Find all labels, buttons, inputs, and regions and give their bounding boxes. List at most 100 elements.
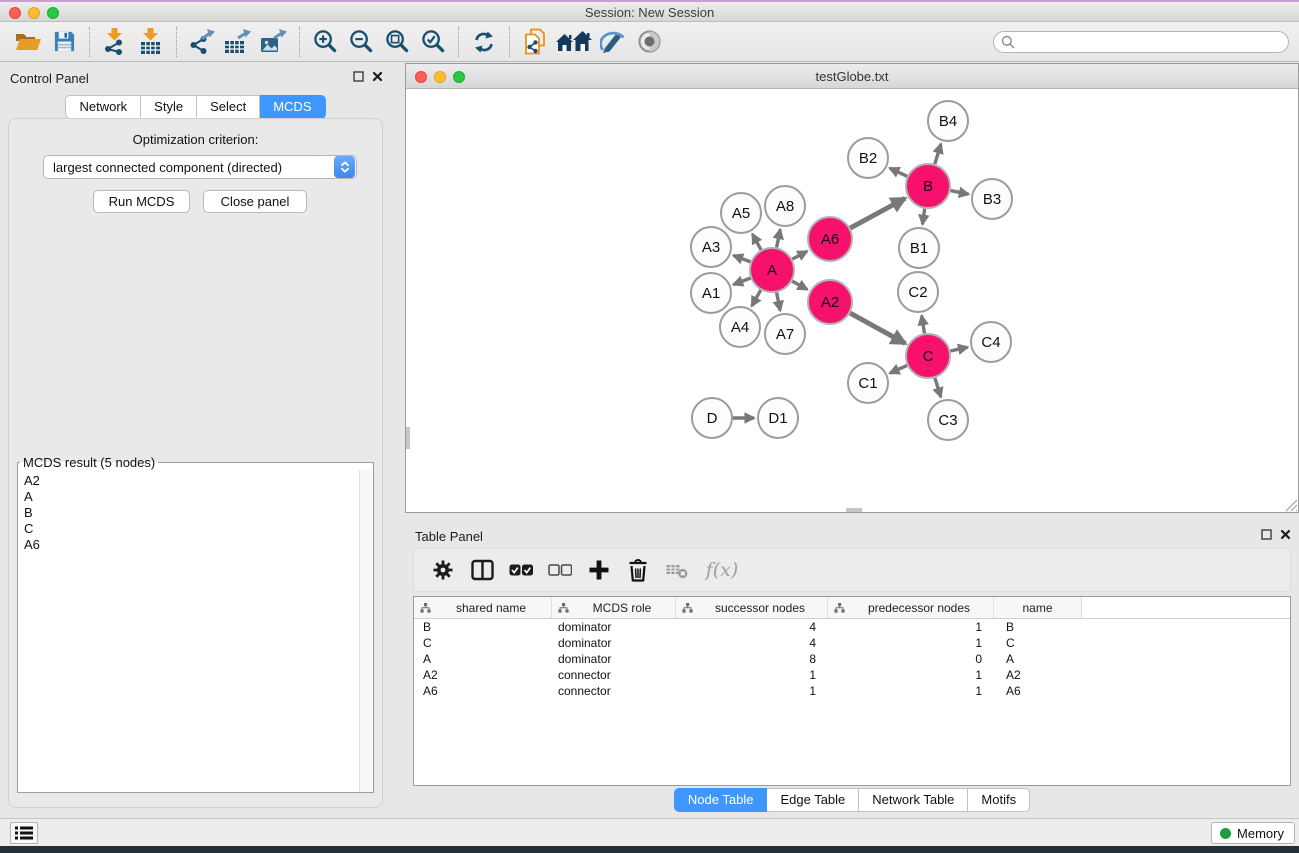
delete-table-button[interactable] — [660, 553, 694, 587]
open-file-button[interactable] — [10, 25, 46, 59]
graph-node-D[interactable]: D — [692, 398, 732, 438]
criterion-dropdown[interactable]: largest connected component (directed) — [43, 155, 357, 179]
refresh-button[interactable] — [466, 25, 502, 59]
close-panel-button[interactable]: Close panel — [203, 190, 307, 213]
mcds-result-item[interactable]: A2 — [24, 473, 359, 489]
edge-A-A7 — [777, 293, 781, 311]
graph-node-B1[interactable]: B1 — [899, 228, 939, 268]
tab-mcds[interactable]: MCDS — [260, 95, 325, 119]
select-all-columns-button[interactable] — [504, 553, 538, 587]
tab-network[interactable]: Network — [65, 95, 141, 119]
column-header-shared-name[interactable]: shared name — [414, 597, 552, 618]
hide-labels-icon — [600, 30, 626, 54]
save-session-button[interactable] — [46, 25, 82, 59]
toggle-visibility-button[interactable] — [631, 25, 667, 59]
float-panel-icon[interactable] — [353, 71, 364, 82]
edge-C-C2 — [922, 316, 925, 334]
table-row[interactable]: A6connector11A6 — [414, 683, 1290, 699]
hide-labels-button[interactable] — [595, 25, 631, 59]
graph-node-C3[interactable]: C3 — [928, 400, 968, 440]
tab-node-table[interactable]: Node Table — [674, 788, 768, 812]
graph-node-A[interactable]: A — [750, 248, 794, 292]
tab-style[interactable]: Style — [141, 95, 197, 119]
tab-network-table[interactable]: Network Table — [859, 788, 968, 812]
table-settings-button[interactable] — [426, 553, 460, 587]
graph-node-C4[interactable]: C4 — [971, 322, 1011, 362]
graph-node-A2[interactable]: A2 — [808, 280, 852, 324]
graph-node-A3[interactable]: A3 — [691, 227, 731, 267]
close-panel-icon[interactable] — [372, 71, 383, 82]
graph-node-D1[interactable]: D1 — [758, 398, 798, 438]
memory-status-button[interactable]: Memory — [1211, 822, 1295, 844]
table-row[interactable]: Adominator80A — [414, 651, 1290, 667]
network-horizontal-scroll-thumb[interactable] — [846, 508, 862, 512]
table-row[interactable]: A2connector11A2 — [414, 667, 1290, 683]
split-table-view-button[interactable] — [465, 553, 499, 587]
table-row[interactable]: Cdominator41C — [414, 635, 1290, 651]
zoom-fit-button[interactable] — [379, 25, 415, 59]
edge-B-B4 — [935, 144, 941, 164]
export-image-button[interactable] — [256, 25, 292, 59]
graph-node-A5[interactable]: A5 — [721, 193, 761, 233]
table-row[interactable]: Bdominator41B — [414, 619, 1290, 635]
network-window-titlebar[interactable]: testGlobe.txt — [406, 64, 1298, 89]
column-header-predecessor-nodes[interactable]: predecessor nodes — [828, 597, 994, 618]
deselect-all-columns-button[interactable] — [543, 553, 577, 587]
network-canvas[interactable]: B4 B2 B B3 A5A8 A6 B1 A3 A C2 A1 A2 A4A7 C4 C C1 D D1 C3 — [406, 89, 1298, 512]
task-history-button[interactable] — [10, 822, 38, 844]
graph-node-B[interactable]: B — [906, 164, 950, 208]
graph-node-C2[interactable]: C2 — [898, 272, 938, 312]
float-panel-icon[interactable] — [1261, 529, 1272, 540]
column-header-successor-nodes[interactable]: successor nodes — [676, 597, 828, 618]
graph-node-A1[interactable]: A1 — [691, 273, 731, 313]
network-vertical-scroll-thumb[interactable] — [406, 427, 410, 449]
import-network-button[interactable] — [97, 25, 133, 59]
close-panel-icon[interactable] — [1280, 529, 1291, 540]
table-cell: dominator — [552, 635, 676, 651]
column-header-mcds-role[interactable]: MCDS role — [552, 597, 676, 618]
graph-node-C[interactable]: C — [906, 334, 950, 378]
tab-edge-table[interactable]: Edge Table — [767, 788, 859, 812]
node-label: B3 — [983, 191, 1001, 208]
export-table-button[interactable] — [220, 25, 256, 59]
mcds-result-item[interactable]: B — [24, 505, 359, 521]
checked-checkboxes-icon — [509, 564, 533, 576]
graph-node-A8[interactable]: A8 — [765, 186, 805, 226]
graph-node-C1[interactable]: C1 — [848, 363, 888, 403]
open-folder-icon — [15, 31, 42, 53]
delete-column-button[interactable] — [621, 553, 655, 587]
mcds-result-scrollbar[interactable] — [359, 470, 373, 792]
clone-network-button[interactable] — [517, 25, 553, 59]
node-label: C3 — [938, 412, 957, 429]
zoom-out-icon — [349, 29, 374, 54]
function-builder-button[interactable]: f(x) — [699, 553, 745, 587]
table-cell: 1 — [676, 667, 828, 683]
zoom-selected-button[interactable] — [415, 25, 451, 59]
export-network-button[interactable] — [184, 25, 220, 59]
home-button[interactable] — [553, 25, 595, 59]
graph-node-A7[interactable]: A7 — [765, 314, 805, 354]
import-table-button[interactable] — [133, 25, 169, 59]
graph-node-B4[interactable]: B4 — [928, 101, 968, 141]
graph-node-A4[interactable]: A4 — [720, 307, 760, 347]
table-cell: connector — [552, 667, 676, 683]
graph-node-A6[interactable]: A6 — [808, 217, 852, 261]
session-title: Session: New Session — [0, 5, 1299, 20]
mcds-result-item[interactable]: C — [24, 521, 359, 537]
add-column-button[interactable] — [582, 553, 616, 587]
zoom-in-button[interactable] — [307, 25, 343, 59]
mcds-result-item[interactable]: A — [24, 489, 359, 505]
node-label: A6 — [821, 231, 839, 248]
column-header-name[interactable]: name — [994, 597, 1082, 618]
edge-A2-C — [850, 313, 905, 343]
gear-icon — [432, 559, 454, 581]
zoom-out-button[interactable] — [343, 25, 379, 59]
graph-node-B3[interactable]: B3 — [972, 179, 1012, 219]
mcds-result-item[interactable]: A6 — [24, 537, 359, 553]
resize-grip-icon[interactable] — [1282, 496, 1298, 512]
tab-motifs[interactable]: Motifs — [968, 788, 1030, 812]
run-mcds-button[interactable]: Run MCDS — [93, 190, 190, 213]
graph-node-B2[interactable]: B2 — [848, 138, 888, 178]
tab-select[interactable]: Select — [197, 95, 260, 119]
search-input[interactable] — [993, 31, 1289, 53]
